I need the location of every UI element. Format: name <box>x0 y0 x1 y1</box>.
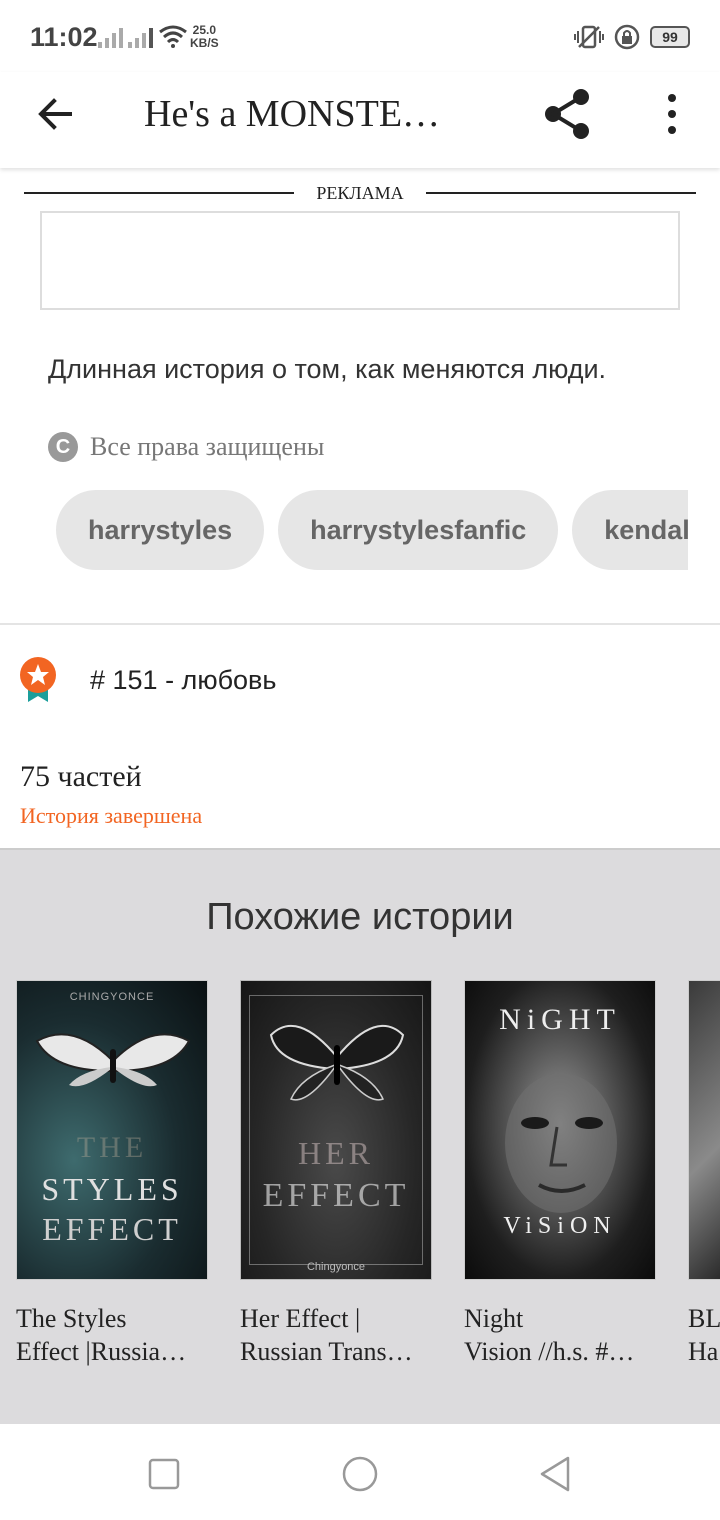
signal-icon <box>98 26 123 48</box>
book-cover[interactable]: NiGHT ViSiON <box>464 980 656 1280</box>
book-title[interactable]: Night Vision //h.s. #… <box>464 1302 656 1368</box>
vibrate-icon <box>574 25 604 49</box>
back-triangle-icon[interactable] <box>536 1454 576 1494</box>
similar-story-card[interactable]: NiGHT ViSiON Night Vision //h.s. #… <box>464 980 656 1368</box>
rotation-lock-icon <box>614 24 640 50</box>
similar-stories-section: Похожие истории CHINGYONCE THE STYLES EF… <box>0 848 720 1424</box>
system-nav-bar <box>0 1424 720 1520</box>
copyright-text: Все права защищены <box>90 432 325 461</box>
book-cover[interactable] <box>688 980 720 1280</box>
tag-chip[interactable]: harrystylesfanfic <box>278 490 559 570</box>
story-description: Длинная история о том, как меняются люди… <box>48 354 607 384</box>
cover-title-line: ViSiON <box>503 1213 617 1239</box>
rank-row[interactable]: # 151 - любовь <box>18 656 276 704</box>
book-title[interactable]: The Styles Effect |Russia… <box>16 1302 208 1368</box>
cover-title-line: HER <box>298 1135 374 1171</box>
tag-chip[interactable]: harrystyles <box>56 490 265 570</box>
similar-story-card[interactable]: BL Ha <box>688 980 720 1368</box>
app-bar: He's a MONSTE… <box>0 72 720 168</box>
status-time: 11:02 <box>30 22 98 52</box>
copyright-row: C Все права защищены <box>48 432 324 462</box>
share-icon[interactable] <box>540 86 596 142</box>
cover-title-line: EFFECT <box>262 1177 410 1214</box>
cover-title-line: STYLES <box>41 1171 183 1207</box>
cover-author: Chingyonce <box>306 1261 366 1273</box>
story-status: История завершена <box>20 803 203 828</box>
butterfly-illustration <box>269 1025 405 1101</box>
story-title: He's a MONSTE… <box>144 93 441 135</box>
butterfly-illustration <box>35 1033 191 1087</box>
recent-apps-icon[interactable] <box>144 1454 184 1494</box>
cover-title-line: NiGHT <box>499 1003 621 1036</box>
rank-text: # 151 - любовь <box>90 664 277 695</box>
home-icon[interactable] <box>340 1454 380 1494</box>
back-arrow-icon[interactable] <box>34 92 78 136</box>
wifi-icon <box>159 25 187 48</box>
book-cover[interactable]: CHINGYONCE THE STYLES EFFECT <box>16 980 208 1280</box>
award-ribbon-icon <box>20 657 56 702</box>
tag-list: harrystylesharrystylesfanfickendalljenne… <box>56 490 688 572</box>
book-title[interactable]: BL Ha <box>688 1302 720 1368</box>
more-vert-icon[interactable] <box>656 92 688 136</box>
cover-author: CHINGYONCE <box>69 991 155 1003</box>
similar-stories-title: Похожие истории <box>206 896 514 938</box>
similar-story-card[interactable]: CHINGYONCE THE STYLES EFFECT The Styles … <box>16 980 208 1368</box>
ad-label: РЕКЛАМА <box>316 183 404 203</box>
ad-header: РЕКЛАМА <box>24 180 696 208</box>
face-illustration <box>505 1073 617 1213</box>
book-cover[interactable]: HER EFFECT Chingyonce <box>240 980 432 1280</box>
tag-chip[interactable]: kendalljenner <box>572 490 688 570</box>
ad-banner[interactable] <box>40 211 680 310</box>
cover-title-line: EFFECT <box>42 1211 182 1247</box>
section-divider <box>0 623 720 625</box>
copyright-icon: C <box>48 432 78 462</box>
battery-icon: 99 <box>650 26 690 48</box>
signal-icon-2 <box>128 26 153 48</box>
network-speed: 25.0 KB/S <box>190 23 219 50</box>
book-title[interactable]: Her Effect | Russian Trans… <box>240 1302 432 1368</box>
status-bar: 11:02 25.0 KB/S 99 <box>0 0 720 72</box>
cover-title-line: THE <box>76 1131 148 1164</box>
parts-count: 75 частей <box>20 760 142 793</box>
similar-story-card[interactable]: HER EFFECT Chingyonce Her Effect | Russi… <box>240 980 432 1368</box>
